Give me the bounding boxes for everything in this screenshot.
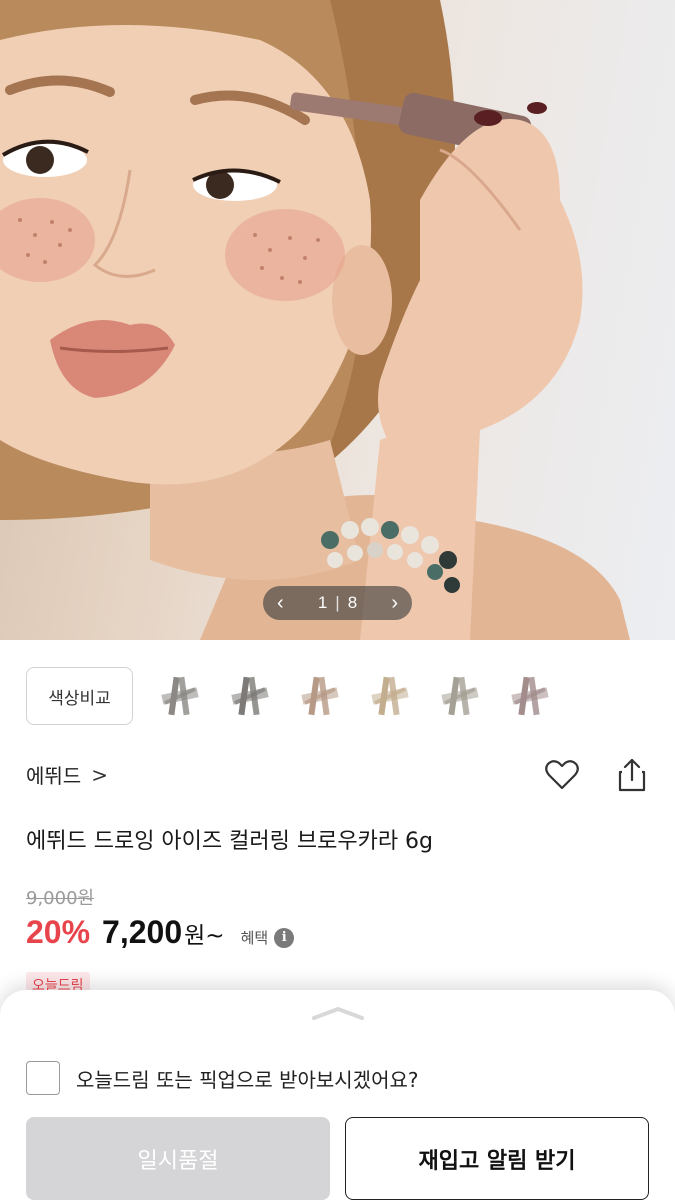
product-title: 에뛰드 드로잉 아이즈 컬러링 브로우카라 6g <box>26 829 434 854</box>
benefit-button[interactable]: 혜택 i <box>241 927 295 948</box>
pickup-checkbox[interactable] <box>26 1061 60 1095</box>
color-swatch-row: 색상비교 <box>26 667 553 725</box>
pickup-question: 오늘드림 또는 픽업으로 받아보시겠어요? <box>76 1067 419 1092</box>
color-swatch[interactable] <box>297 673 343 719</box>
soldout-button: 일시품절 <box>26 1117 330 1200</box>
sale-price: 7,200 <box>102 914 183 950</box>
chevron-right-icon: > <box>91 762 108 787</box>
benefit-label: 혜택 <box>240 929 269 947</box>
pager-current: 1 <box>317 593 328 612</box>
restock-alert-button[interactable]: 재입고 알림 받기 <box>345 1117 649 1200</box>
share-icon[interactable] <box>614 756 650 794</box>
product-image-carousel[interactable]: ‹ 1 | 8 › <box>0 0 675 640</box>
info-icon: i <box>274 927 295 948</box>
pickup-option[interactable]: 오늘드림 또는 픽업으로 받아보시겠어요? <box>26 1061 419 1095</box>
chevron-right-icon[interactable]: › <box>391 593 398 613</box>
color-compare-button[interactable]: 색상비교 <box>26 667 133 725</box>
heart-icon[interactable] <box>544 757 580 793</box>
color-swatch[interactable] <box>507 673 553 719</box>
pager-total: 8 <box>347 593 358 612</box>
color-swatch[interactable] <box>437 673 483 719</box>
discount-rate: 20% <box>26 914 91 950</box>
chevron-left-icon[interactable]: ‹ <box>277 593 284 613</box>
color-swatch[interactable] <box>157 673 203 719</box>
color-swatch[interactable] <box>227 673 273 719</box>
price-row: 20% 7,200 원~ 혜택 i <box>26 914 295 951</box>
color-swatch[interactable] <box>367 673 413 719</box>
image-pager: ‹ 1 | 8 › <box>263 586 412 620</box>
brand-name: 에뛰드 <box>26 764 82 788</box>
pager-separator: | <box>335 593 340 612</box>
original-price: 9,000원 <box>26 888 95 909</box>
brand-link[interactable]: 에뛰드 > <box>26 760 108 789</box>
sheet-handle-icon[interactable] <box>310 1004 366 1022</box>
product-photo <box>0 0 630 640</box>
currency-unit: 원~ <box>184 923 225 949</box>
